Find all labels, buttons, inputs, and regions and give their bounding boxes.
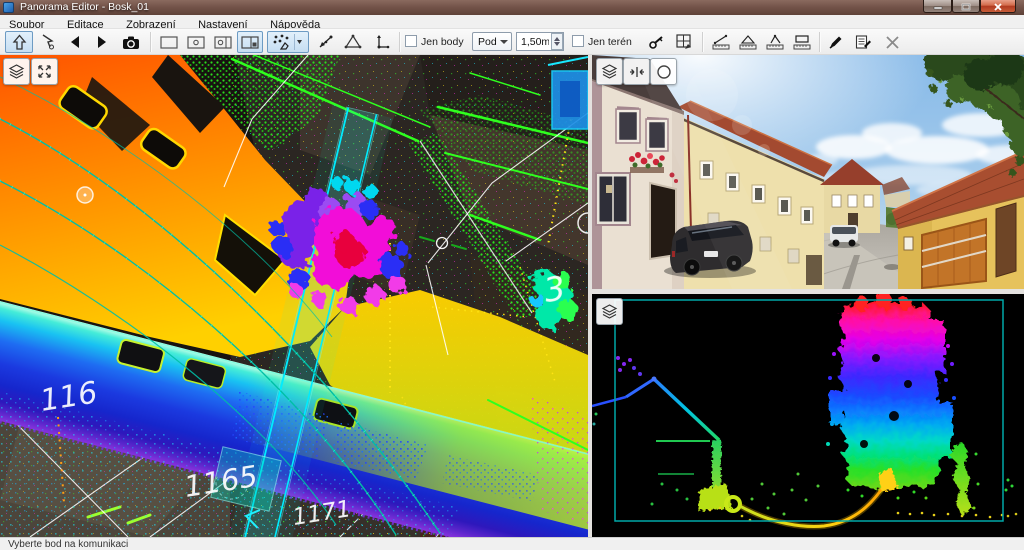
edit-notes-button[interactable] [851, 31, 876, 53]
jen-body-checkbox[interactable] [405, 35, 417, 47]
previous-panorama-button[interactable] [63, 31, 87, 53]
layout-split-icon [241, 36, 259, 49]
grid-hand-icon [676, 34, 693, 50]
ruler-area-icon [793, 34, 811, 50]
toolbar-separator [150, 32, 152, 52]
triangle-tool-button[interactable] [340, 31, 366, 53]
axis-icon [373, 34, 390, 50]
triangle-icon [344, 34, 362, 50]
pointcloud-top-view[interactable]: 116 1165 1171 3 [0, 55, 588, 537]
pointcloud-elevation-view[interactable] [592, 294, 1024, 537]
pod-dropdown[interactable]: Pod [472, 32, 512, 51]
circle-select-button[interactable] [650, 58, 677, 85]
up-arrow-icon [11, 34, 28, 51]
application-window: Panorama Editor - Bosk_01 Soubor Editace… [0, 0, 1024, 550]
select-point-tool-button[interactable] [36, 31, 60, 53]
toolbar: Jen body Pod Jen terén [0, 29, 1024, 55]
minimize-icon [933, 3, 943, 10]
spinner-down-icon [554, 42, 560, 46]
toolbar-separator [702, 32, 704, 52]
photo-layers-button[interactable] [596, 58, 623, 85]
minimize-button[interactable] [923, 0, 952, 13]
layers-icon [601, 63, 618, 80]
app-icon [3, 2, 14, 13]
toolbar-separator [819, 32, 821, 52]
combo-arrow-icon [500, 40, 508, 44]
measure-angle-button[interactable] [735, 31, 760, 53]
camera-icon [122, 35, 140, 50]
status-bar: Vyberte bod na komunikaci [0, 537, 1024, 550]
ruler-angle-icon [739, 34, 757, 50]
status-message: Vyberte bod na komunikaci [8, 539, 128, 550]
move-up-tool-button[interactable] [5, 31, 33, 53]
point-picker-tool-button[interactable] [267, 31, 309, 53]
window-title: Panorama Editor - Bosk_01 [20, 1, 149, 13]
white-van [828, 225, 860, 248]
toolbar-separator [399, 32, 401, 52]
key-icon [648, 34, 665, 50]
right-triangle-icon [95, 35, 109, 49]
snapshot-button[interactable] [117, 31, 145, 53]
distance-spinner[interactable] [551, 33, 563, 50]
layout-pano-side-icon [214, 36, 232, 49]
grid-select-tool-button[interactable] [672, 31, 697, 53]
layout-pano-side-button[interactable] [210, 31, 235, 53]
fit-view-button[interactable] [31, 58, 58, 85]
pointcloud-render: 116 1165 1171 3 [0, 55, 588, 537]
axis-tool-button[interactable] [368, 31, 394, 53]
pod-dropdown-value: Pod [478, 36, 497, 48]
vector-arrow-icon [317, 34, 334, 50]
close-icon [993, 3, 1003, 11]
layout-single-button[interactable] [156, 31, 181, 53]
layers-icon [601, 303, 618, 320]
document-edit-icon [855, 34, 872, 50]
measure-height-button[interactable] [762, 31, 787, 53]
measure-distance-button[interactable] [708, 31, 733, 53]
ruler-height-icon [766, 34, 784, 50]
close-button[interactable] [980, 0, 1016, 13]
menu-bar: Soubor Editace Zobrazení Nastavení Nápov… [0, 15, 1024, 29]
circle-icon [656, 64, 672, 80]
jen-body-label: Jen body [421, 36, 464, 48]
layout-pano-button[interactable] [183, 31, 208, 53]
panorama-photo-view[interactable] [592, 55, 1024, 289]
expand-arrows-icon [37, 64, 52, 79]
jen-teren-label: Jen terén [588, 36, 632, 48]
points-hand-icon [272, 34, 294, 50]
vector-tool-button[interactable] [312, 31, 338, 53]
ruler-line-icon [712, 34, 730, 50]
layout-pano-icon [187, 36, 205, 49]
panorama-render [592, 55, 1024, 289]
draw-tool-button[interactable] [824, 31, 848, 53]
dropdown-arrow-icon [294, 34, 304, 50]
restore-icon [961, 3, 971, 11]
x-icon [885, 35, 900, 50]
maximize-button[interactable] [952, 0, 980, 13]
layers-icon [8, 63, 25, 80]
center-arrows-icon [629, 65, 645, 79]
spinner-up-icon [554, 37, 560, 41]
measure-area-button[interactable] [789, 31, 814, 53]
jen-teren-checkbox[interactable] [572, 35, 584, 47]
next-panorama-button[interactable] [90, 31, 114, 53]
elev-layers-button[interactable] [596, 298, 623, 325]
layers-button[interactable] [3, 58, 30, 85]
center-view-button[interactable] [623, 58, 650, 85]
layout-single-icon [160, 36, 178, 49]
left-triangle-icon [68, 35, 82, 49]
pencil-icon [828, 34, 844, 50]
cursor-hand-icon [40, 34, 56, 50]
title-bar: Panorama Editor - Bosk_01 [0, 0, 1024, 15]
probe-tool-button[interactable] [644, 31, 669, 53]
layout-split-button[interactable] [237, 31, 263, 53]
elevation-render [592, 294, 1024, 537]
delete-measure-button[interactable] [880, 31, 904, 53]
